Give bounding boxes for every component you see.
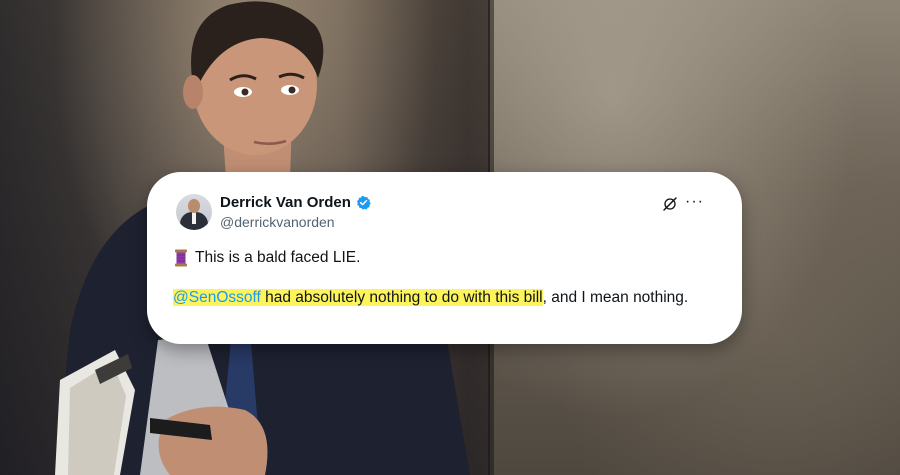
tweet-paragraph-2: @SenOssoff had absolutely nothing to do … bbox=[173, 287, 712, 309]
grok-icon[interactable] bbox=[662, 196, 678, 212]
author-name[interactable]: Derrick Van Orden bbox=[220, 194, 351, 211]
author-name-row: Derrick Van Orden bbox=[220, 194, 371, 211]
highlighted-text: had absolutely nothing to do with this b… bbox=[260, 289, 543, 306]
more-options-icon[interactable]: ··· bbox=[685, 194, 704, 210]
thread-spool-icon bbox=[175, 249, 187, 267]
verified-badge-icon bbox=[356, 195, 371, 210]
author-avatar[interactable] bbox=[176, 194, 212, 230]
author-handle[interactable]: @derrickvanorden bbox=[220, 214, 371, 230]
author-block: Derrick Van Orden @derrickvanorden bbox=[220, 194, 371, 230]
tweet-rest-text: , and I mean nothing. bbox=[542, 289, 689, 306]
avatar-head bbox=[188, 199, 200, 213]
avatar-shirt bbox=[192, 212, 196, 224]
highlighted-phrase: @SenOssoff had absolutely nothing to do … bbox=[173, 289, 543, 306]
tweet-line-1: This is a bald faced LIE. bbox=[173, 247, 712, 269]
tweet-line-1-text: This is a bald faced LIE. bbox=[195, 249, 361, 266]
tweet-card[interactable]: Derrick Van Orden @derrickvanorden ··· T… bbox=[147, 172, 742, 344]
mention-link[interactable]: @SenOssoff bbox=[173, 289, 261, 306]
tweet-text: This is a bald faced LIE. @SenOssoff had… bbox=[173, 247, 712, 309]
